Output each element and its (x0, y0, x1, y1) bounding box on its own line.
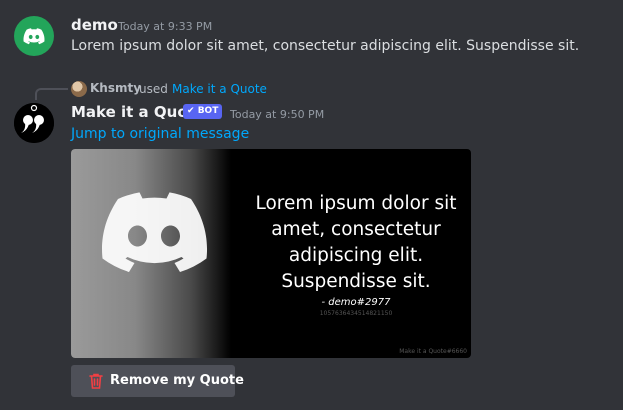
message-bot-quote: Khsmty used Make it a Quote Make it a Qu… (0, 75, 623, 410)
message-timestamp: Today at 9:33 PM (118, 20, 213, 33)
bot-avatar[interactable] (14, 103, 54, 143)
jump-to-original-link[interactable]: Jump to original message (71, 126, 249, 142)
quote-text: Lorem ipsum dolor sit amet, consectetur … (255, 193, 457, 292)
reply-spine (35, 88, 68, 100)
quote-image-avatar-fade (71, 149, 231, 358)
bot-tag: ✔ BOT (183, 104, 223, 119)
verified-check-icon: ✔ (187, 106, 195, 116)
trash-icon (89, 373, 103, 389)
user-avatar[interactable] (14, 16, 54, 56)
reply-command-link[interactable]: Make it a Quote (172, 82, 267, 96)
quote-author: - demo#2977 (321, 297, 391, 308)
quote-user-id: 1057636434514821150 (319, 310, 393, 317)
discord-logo-icon (23, 28, 45, 45)
remove-quote-button[interactable]: Remove my Quote (71, 365, 244, 397)
quote-watermark: Make it a Quote#6660 (399, 348, 467, 355)
message-content: Lorem ipsum dolor sit amet, consectetur … (71, 38, 580, 54)
quote-marks-icon (14, 103, 54, 143)
remove-quote-label: Remove my Quote (110, 373, 244, 388)
message-demo: demo Today at 9:33 PM Lorem ipsum dolor … (0, 0, 623, 70)
message-timestamp: Today at 9:50 PM (230, 108, 325, 121)
quote-image[interactable]: Lorem ipsum dolor sit amet, consectetur … (71, 149, 471, 358)
discord-logo-icon (102, 192, 208, 272)
username[interactable]: demo (71, 16, 118, 34)
reply-username[interactable]: Khsmty (90, 81, 141, 95)
bot-tag-label: BOT (197, 106, 219, 116)
reply-used-label: used (139, 82, 168, 96)
reply-user-avatar[interactable] (71, 81, 87, 97)
